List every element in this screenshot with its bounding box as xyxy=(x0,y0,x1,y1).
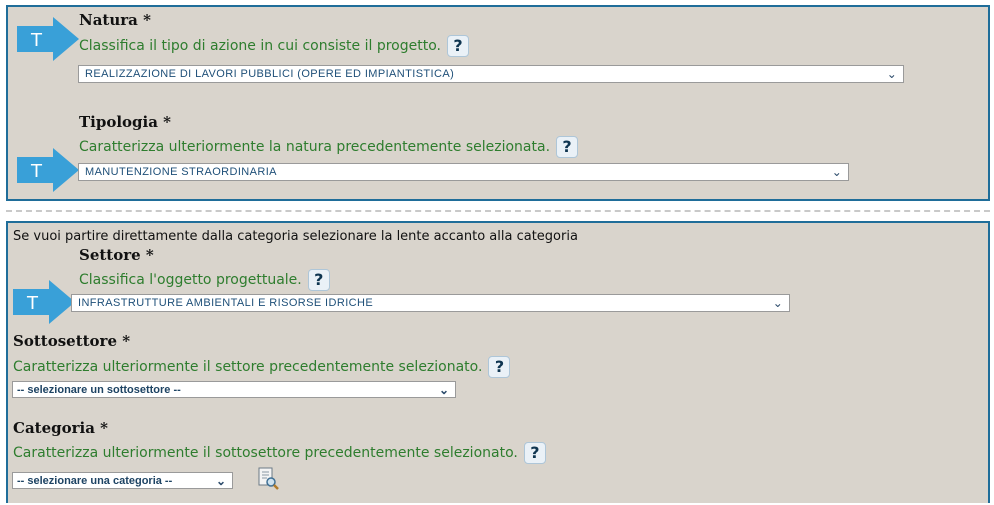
settore-description-row: Classifica l'oggetto progettuale. ? xyxy=(79,269,330,291)
sottosettore-description: Caratterizza ulteriormente il settore pr… xyxy=(13,359,483,375)
sottosettore-select[interactable]: -- selezionare un sottosettore -- ⌄ xyxy=(12,381,456,398)
chevron-down-icon: ⌄ xyxy=(831,165,843,179)
settore-description: Classifica l'oggetto progettuale. xyxy=(79,272,302,288)
tipologia-description: Caratterizza ulteriormente la natura pre… xyxy=(79,139,551,155)
settore-select-value: INFRASTRUTTURE AMBIENTALI E RISORSE IDRI… xyxy=(78,297,374,309)
natura-help-icon[interactable]: ? xyxy=(447,35,469,57)
categoria-description-row: Caratterizza ulteriormente il sottosetto… xyxy=(13,442,546,464)
document-magnifier-icon[interactable] xyxy=(257,467,279,491)
categoria-select-value: -- selezionare una categoria -- xyxy=(17,474,173,487)
natura-description: Classifica il tipo di azione in cui cons… xyxy=(79,38,441,54)
categoria-help-icon[interactable]: ? xyxy=(523,442,546,464)
category-shortcut-info: Se vuoi partire direttamente dalla categ… xyxy=(13,229,578,244)
categoria-description: Caratterizza ulteriormente il sottosetto… xyxy=(13,445,518,461)
natura-arrow-letter: T xyxy=(30,30,43,51)
natura-select[interactable]: REALIZZAZIONE DI LAVORI PUBBLICI (OPERE … xyxy=(78,65,904,83)
sottosettore-help-icon[interactable]: ? xyxy=(488,356,511,378)
settore-t-arrow-icon: T xyxy=(13,280,75,324)
tipologia-t-arrow-icon: T xyxy=(17,148,79,192)
natura-label: Natura * xyxy=(79,11,151,29)
tipologia-arrow-letter: T xyxy=(30,161,43,182)
dashed-separator xyxy=(6,210,990,212)
chevron-down-icon: ⌄ xyxy=(772,296,784,310)
settore-help-icon[interactable]: ? xyxy=(307,269,330,291)
tipologia-description-row: Caratterizza ulteriormente la natura pre… xyxy=(79,136,579,158)
chevron-down-icon: ⌄ xyxy=(438,382,450,397)
natura-select-value: REALIZZAZIONE DI LAVORI PUBBLICI (OPERE … xyxy=(85,68,455,80)
tipologia-select[interactable]: MANUTENZIONE STRAORDINARIA ⌄ xyxy=(78,163,849,181)
sottosettore-label: Sottosettore * xyxy=(13,332,131,350)
natura-t-arrow-icon: T xyxy=(17,17,79,61)
tipologia-help-icon[interactable]: ? xyxy=(556,136,579,158)
settore-label: Settore * xyxy=(79,246,154,264)
chevron-down-icon: ⌄ xyxy=(886,67,898,81)
tipologia-label: Tipologia * xyxy=(79,113,172,131)
sottosettore-select-value: -- selezionare un sottosettore -- xyxy=(17,383,181,396)
sottosettore-description-row: Caratterizza ulteriormente il settore pr… xyxy=(13,356,511,378)
tipologia-select-value: MANUTENZIONE STRAORDINARIA xyxy=(85,166,277,178)
natura-description-row: Classifica il tipo di azione in cui cons… xyxy=(79,35,469,57)
categoria-label: Categoria * xyxy=(13,419,109,437)
chevron-down-icon: ⌄ xyxy=(215,473,227,488)
settore-arrow-letter: T xyxy=(26,293,39,314)
settore-select[interactable]: INFRASTRUTTURE AMBIENTALI E RISORSE IDRI… xyxy=(71,294,790,312)
categoria-select[interactable]: -- selezionare una categoria -- ⌄ xyxy=(12,472,233,489)
